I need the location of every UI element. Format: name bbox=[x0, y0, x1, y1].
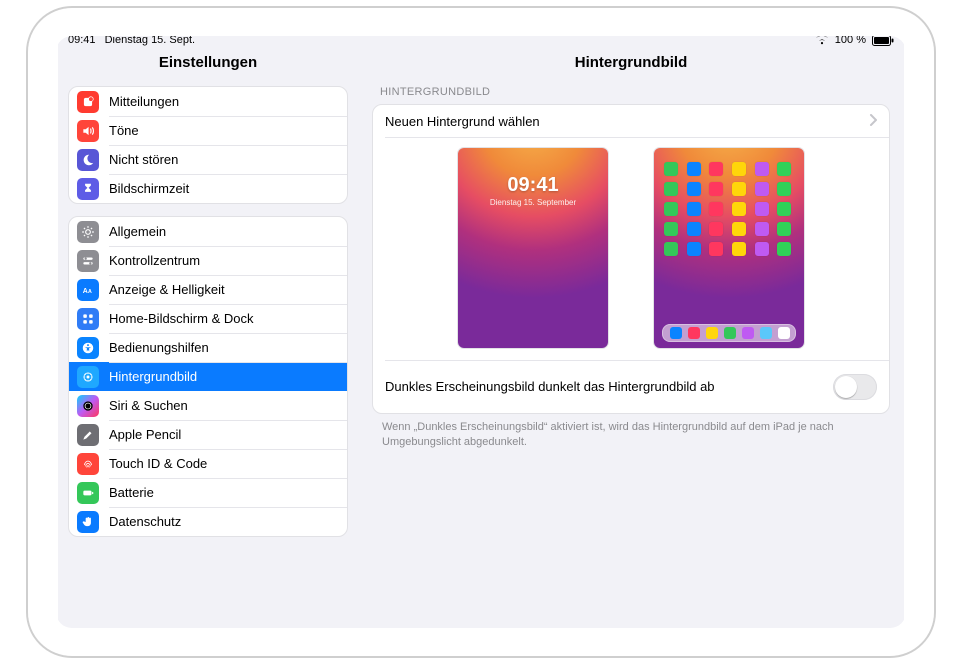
sidebar-item-battery[interactable]: Batterie bbox=[69, 478, 347, 507]
sidebar-item-label: Kontrollzentrum bbox=[109, 253, 337, 268]
sidebar-group-1: Mitteilungen Töne Nicht stören Bildschirmze… bbox=[68, 86, 348, 204]
battery-icon bbox=[77, 482, 99, 504]
homescreen-dock bbox=[662, 324, 796, 342]
sidebar-item-dnd[interactable]: Nicht stören bbox=[69, 145, 347, 174]
sidebar-item-screentime[interactable]: Bildschirmzeit bbox=[69, 174, 347, 203]
sidebar-item-label: Anzeige & Helligkeit bbox=[109, 282, 337, 297]
sidebar-group-2: Allgemein Kontrollzentrum AA Anzeige & Hell… bbox=[68, 216, 348, 537]
sidebar-item-touchid[interactable]: Touch ID & Code bbox=[69, 449, 347, 478]
sidebar-item-notifications[interactable]: Mitteilungen bbox=[69, 87, 347, 116]
sidebar-item-label: Nicht stören bbox=[109, 152, 337, 167]
pencil-icon bbox=[77, 424, 99, 446]
ipad-frame: 09:41 Dienstag 15. Sept. 100 % Einstellu bbox=[28, 8, 934, 656]
sounds-icon bbox=[77, 120, 99, 142]
sidebar-item-pencil[interactable]: Apple Pencil bbox=[69, 420, 347, 449]
sidebar-item-label: Hintergrundbild bbox=[109, 369, 337, 384]
sidebar-item-label: Batterie bbox=[109, 485, 337, 500]
accessibility-icon bbox=[77, 337, 99, 359]
gear-icon bbox=[77, 221, 99, 243]
detail-pane: Hintergrundbild HINTERGRUNDBILD Neuen Hi… bbox=[358, 48, 904, 634]
choose-wallpaper-row[interactable]: Neuen Hintergrund wählen bbox=[373, 105, 889, 137]
status-bar: 09:41 Dienstag 15. Sept. 100 % bbox=[58, 30, 904, 48]
status-battery-pct: 100 % bbox=[835, 34, 866, 46]
home-button[interactable] bbox=[919, 315, 934, 349]
grid-icon bbox=[77, 308, 99, 330]
sidebar-item-privacy[interactable]: Datenschutz bbox=[69, 507, 347, 536]
wallpaper-icon bbox=[77, 366, 99, 388]
dark-dim-row: Dunkles Erscheinungsbild dunkelt das Hin… bbox=[373, 361, 889, 413]
battery-icon bbox=[872, 35, 894, 46]
camera-dot bbox=[40, 328, 48, 336]
status-date: Dienstag 15. Sept. bbox=[105, 34, 196, 46]
sidebar-item-label: Allgemein bbox=[109, 224, 337, 239]
sidebar-item-label: Siri & Suchen bbox=[109, 398, 337, 413]
sidebar-item-homescreen[interactable]: Home-Bildschirm & Dock bbox=[69, 304, 347, 333]
homescreen-apps bbox=[664, 162, 794, 256]
sidebar-item-label: Bildschirmzeit bbox=[109, 181, 337, 196]
wallpaper-card: Neuen Hintergrund wählen 09:41 Dienstag … bbox=[372, 104, 890, 414]
homescreen-preview[interactable] bbox=[654, 148, 804, 348]
detail-title: Hintergrundbild bbox=[358, 48, 904, 76]
sidebar-item-sounds[interactable]: Töne bbox=[69, 116, 347, 145]
svg-text:A: A bbox=[88, 288, 92, 294]
wifi-icon bbox=[815, 35, 829, 45]
siri-icon bbox=[77, 395, 99, 417]
section-header: HINTERGRUNDBILD bbox=[380, 86, 886, 98]
sidebar-item-display[interactable]: AA Anzeige & Helligkeit bbox=[69, 275, 347, 304]
chevron-right-icon bbox=[869, 114, 877, 129]
lockscreen-date: Dienstag 15. September bbox=[458, 198, 608, 207]
screen: 09:41 Dienstag 15. Sept. 100 % Einstellu bbox=[58, 30, 904, 634]
sidebar-item-label: Home-Bildschirm & Dock bbox=[109, 311, 337, 326]
dark-dim-label: Dunkles Erscheinungsbild dunkelt das Hin… bbox=[385, 379, 825, 395]
sidebar-item-label: Datenschutz bbox=[109, 514, 337, 529]
sidebar-title: Einstellungen bbox=[58, 48, 358, 76]
moon-icon bbox=[77, 149, 99, 171]
fingerprint-icon bbox=[77, 453, 99, 475]
sidebar-item-controlcenter[interactable]: Kontrollzentrum bbox=[69, 246, 347, 275]
wallpaper-previews: 09:41 Dienstag 15. September bbox=[373, 138, 889, 360]
hand-icon bbox=[77, 511, 99, 533]
sidebar-item-wallpaper[interactable]: Hintergrundbild bbox=[69, 362, 347, 391]
lockscreen-time: 09:41 bbox=[458, 174, 608, 197]
sidebar-item-siri[interactable]: Siri & Suchen bbox=[69, 391, 347, 420]
sidebar-item-label: Touch ID & Code bbox=[109, 456, 337, 471]
sidebar-item-accessibility[interactable]: Bedienungshilfen bbox=[69, 333, 347, 362]
hourglass-icon bbox=[77, 178, 99, 200]
lockscreen-preview[interactable]: 09:41 Dienstag 15. September bbox=[458, 148, 608, 348]
sidebar-item-label: Mitteilungen bbox=[109, 94, 337, 109]
status-time: 09:41 bbox=[68, 34, 96, 46]
sidebar-item-general[interactable]: Allgemein bbox=[69, 217, 347, 246]
switches-icon bbox=[77, 250, 99, 272]
sidebar-item-label: Töne bbox=[109, 123, 337, 138]
aa-icon: AA bbox=[77, 279, 99, 301]
svg-text:A: A bbox=[83, 287, 88, 294]
sidebar-item-label: Apple Pencil bbox=[109, 427, 337, 442]
sidebar-item-label: Bedienungshilfen bbox=[109, 340, 337, 355]
settings-sidebar: Einstellungen Mitteilungen Töne Nicht stör… bbox=[58, 48, 358, 634]
choose-wallpaper-label: Neuen Hintergrund wählen bbox=[385, 114, 861, 129]
dark-dim-toggle[interactable] bbox=[833, 374, 877, 400]
footer-note: Wenn „Dunkles Erscheinungsbild“ aktivier… bbox=[382, 420, 884, 450]
notifications-icon bbox=[77, 91, 99, 113]
